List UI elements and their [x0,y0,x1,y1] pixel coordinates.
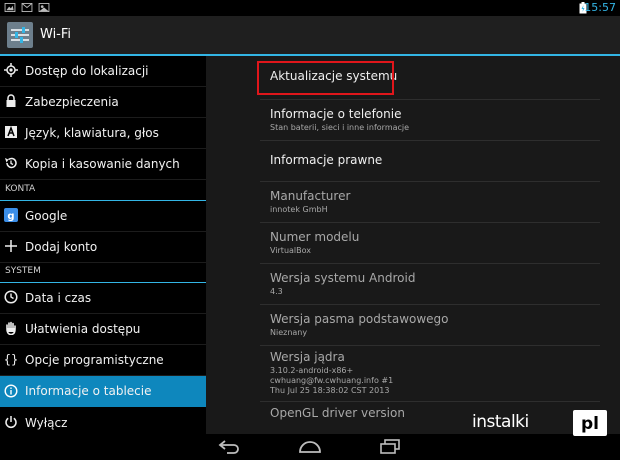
screenshot-icon [4,3,16,12]
svg-text:g: g [7,211,14,222]
section-header-label: KONTA [5,184,36,194]
watermark-text: instalki [472,412,529,432]
navigation-bar [0,434,620,460]
about-item-summary: innotek GmbH [270,205,328,214]
about-item-phone-info[interactable]: Informacje o telefonie Stan baterii, sie… [260,100,600,141]
plus-icon [5,240,17,252]
sidebar-item-label: Google [25,209,68,223]
sidebar-item-accessibility[interactable]: Ułatwienia dostępu [0,314,206,345]
sidebar-item-security[interactable]: Zabezpieczenia [0,87,206,118]
about-item-title: Wersja jądra [270,350,345,364]
about-item-opengl-version: OpenGL driver version [260,402,600,434]
image-icon [38,3,50,12]
sidebar-item-label: Ułatwienia dostępu [25,322,141,336]
about-item-summary: Stan baterii, sieci i inne informacje [270,123,410,132]
sidebar-item-about-tablet[interactable]: Informacje o tablecie [0,376,206,407]
recent-apps-icon[interactable] [378,438,402,456]
about-item-title: OpenGL driver version [270,406,405,420]
watermark-logo: pl [573,410,607,436]
about-item-title: Wersja systemu Android [270,271,416,285]
settings-sidebar: Dostęp do lokalizacji Zabezpieczenia Jęz… [0,56,206,434]
sidebar-item-label: Dostęp do lokalizacji [25,64,149,78]
about-item-model-number: Numer modelu VirtualBox [260,223,600,264]
braces-icon: {} [4,353,18,367]
hand-icon [6,321,16,335]
sidebar-item-add-account[interactable]: Dodaj konto [0,232,206,263]
sidebar-item-label: Kopia i kasowanie danych [25,157,180,171]
keyboard-a-icon [5,125,17,138]
status-bar: 15:57 [0,0,620,16]
sidebar-item-label: Data i czas [25,291,92,305]
about-item-summary-line: cwhuang@fw.cwhuang.info #1 [270,376,394,385]
sliders-icon [11,27,29,43]
about-item-summary: 4.3 [270,287,283,296]
about-item-summary: Nieznany [270,328,308,337]
about-item-title: Numer modelu [270,230,360,244]
about-item-manufacturer: Manufacturer innotek GmbH [260,182,600,223]
settings-app-icon[interactable] [7,22,33,48]
about-item-title: Wersja pasma podstawowego [270,312,449,326]
info-icon [4,384,18,398]
restore-icon [5,157,17,169]
about-item-summary-line: Thu Jul 25 18:38:02 CST 2013 [270,386,390,395]
action-bar: Wi-Fi [0,16,620,56]
gmail-icon [21,3,33,12]
about-item-baseband-version: Wersja pasma podstawowego Nieznany [260,305,600,346]
sidebar-item-developer-options[interactable]: {} Opcje programistyczne [0,345,206,376]
about-tablet-panel: Aktualizacje systemu Informacje o telefo… [206,56,620,434]
sidebar-item-language[interactable]: Język, klawiatura, głos [0,118,206,149]
sidebar-item-label: Język, klawiatura, głos [25,126,159,140]
section-header-system: SYSTEM [0,262,206,283]
lock-icon [6,94,16,107]
home-icon[interactable] [297,438,323,456]
google-icon: g [4,208,18,222]
about-item-title: Informacje o telefonie [270,107,402,121]
sidebar-item-backup[interactable]: Kopia i kasowanie danych [0,149,206,180]
sidebar-item-label: Dodaj konto [25,240,98,254]
svg-text:{}: {} [4,353,18,367]
sidebar-item-label: Opcje programistyczne [25,353,164,367]
power-icon [5,416,17,429]
sidebar-item-date-time[interactable]: Data i czas [0,283,206,314]
about-item-title: Informacje prawne [270,153,383,167]
sidebar-item-google[interactable]: g Google [0,201,206,232]
status-clock: 15:57 [584,1,616,14]
sidebar-item-location[interactable]: Dostęp do lokalizacji [0,56,206,87]
about-item-android-version[interactable]: Wersja systemu Android 4.3 [260,264,600,305]
svg-text:pl: pl [581,414,599,434]
about-item-summary: VirtualBox [270,246,312,255]
section-header-label: SYSTEM [5,266,41,276]
clock-icon [4,290,18,304]
page-title: Wi-Fi [40,27,72,42]
back-icon[interactable] [218,438,242,456]
about-item-title: Manufacturer [270,189,351,203]
about-item-legal-info[interactable]: Informacje prawne [260,141,600,182]
sidebar-item-label: Informacje o tablecie [25,384,152,398]
about-item-summary-line: 3.10.2-android-x86+ [270,366,354,375]
about-item-kernel-version: Wersja jądra 3.10.2-android-x86+ cwhuang… [260,346,600,402]
sidebar-item-label: Zabezpieczenia [25,95,119,109]
highlight-box [257,61,394,95]
location-icon [4,63,18,77]
section-header-accounts: KONTA [0,180,206,201]
